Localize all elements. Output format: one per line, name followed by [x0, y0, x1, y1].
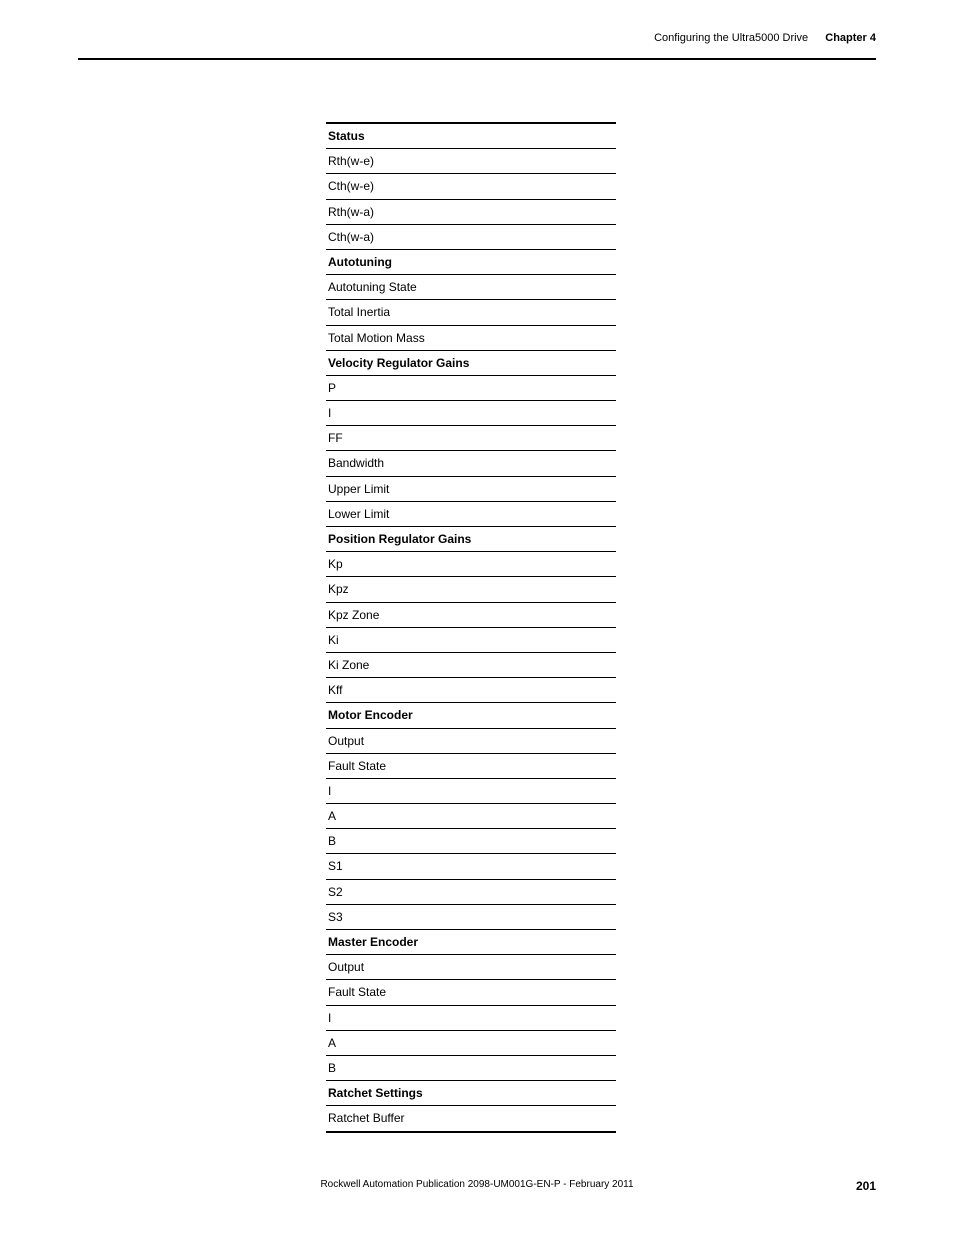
- table-section-header: Position Regulator Gains: [326, 527, 616, 552]
- table-section-header: Master Encoder: [326, 930, 616, 955]
- table-row: Autotuning State: [326, 275, 616, 300]
- section-title: Configuring the Ultra5000 Drive: [654, 32, 808, 44]
- table-cell-label: A: [328, 1036, 336, 1050]
- table-row: S2: [326, 880, 616, 905]
- table-cell-label: Velocity Regulator Gains: [328, 356, 469, 370]
- table-row: FF: [326, 426, 616, 451]
- table-cell-label: Rth(w-a): [328, 205, 374, 219]
- table-row: S3: [326, 905, 616, 930]
- table-cell-label: Fault State: [328, 759, 386, 773]
- table-cell-label: B: [328, 1061, 336, 1075]
- table-row: Output: [326, 955, 616, 980]
- table-row: S1: [326, 854, 616, 879]
- table-cell-label: I: [328, 784, 331, 798]
- table-cell-label: Upper Limit: [328, 482, 389, 496]
- table-cell-label: Cth(w-a): [328, 230, 374, 244]
- table-row: Ki: [326, 628, 616, 653]
- table-cell-label: S2: [328, 885, 343, 899]
- table-cell-label: Ki: [328, 633, 339, 647]
- header-text: Configuring the Ultra5000 Drive Chapter …: [654, 32, 876, 44]
- table-row: I: [326, 401, 616, 426]
- footer-page-number: 201: [856, 1179, 876, 1193]
- table-row: Kpz: [326, 577, 616, 602]
- table-cell-label: Fault State: [328, 985, 386, 999]
- table-cell-label: Total Motion Mass: [328, 331, 425, 345]
- table-section-header: Autotuning: [326, 250, 616, 275]
- header-area: Configuring the Ultra5000 Drive Chapter …: [0, 0, 954, 70]
- table-row: Fault State: [326, 754, 616, 779]
- table-cell-label: Autotuning State: [328, 280, 417, 294]
- footer-publication: Rockwell Automation Publication 2098-UM0…: [0, 1179, 954, 1190]
- table-row: A: [326, 804, 616, 829]
- table-row: Kpz Zone: [326, 603, 616, 628]
- table-cell-label: I: [328, 1011, 331, 1025]
- table-row: Cth(w-e): [326, 174, 616, 199]
- table-cell-label: Ratchet Buffer: [328, 1111, 405, 1125]
- table-row: A: [326, 1031, 616, 1056]
- table-row: Rth(w-a): [326, 200, 616, 225]
- header-rule: [78, 58, 876, 60]
- table-cell-label: Kp: [328, 557, 343, 571]
- table-row: Ki Zone: [326, 653, 616, 678]
- table-cell-label: Status: [328, 129, 365, 143]
- table-section-header: Ratchet Settings: [326, 1081, 616, 1106]
- table-row: Rth(w-e): [326, 149, 616, 174]
- table-cell-label: Rth(w-e): [328, 154, 374, 168]
- status-table: Status Rth(w-e) Cth(w-e) Rth(w-a) Cth(w-a) Au…: [326, 122, 616, 1133]
- table-row: Upper Limit: [326, 477, 616, 502]
- table-cell-label: Ratchet Settings: [328, 1086, 423, 1100]
- footer: Rockwell Automation Publication 2098-UM0…: [0, 1179, 954, 1199]
- table-row: B: [326, 1056, 616, 1081]
- table-row: I: [326, 779, 616, 804]
- table-cell-label: FF: [328, 431, 343, 445]
- table-cell-label: Cth(w-e): [328, 179, 374, 193]
- table-cell-label: S3: [328, 910, 343, 924]
- table-cell-label: I: [328, 406, 331, 420]
- table-cell-label: Ki Zone: [328, 658, 369, 672]
- table-row: Cth(w-a): [326, 225, 616, 250]
- table-row: B: [326, 829, 616, 854]
- table-section-header: Motor Encoder: [326, 703, 616, 728]
- table-cell-label: Total Inertia: [328, 305, 390, 319]
- table-cell-label: S1: [328, 859, 343, 873]
- table-cell-label: Kpz: [328, 582, 349, 596]
- table-row: Kff: [326, 678, 616, 703]
- table-cell-label: P: [328, 381, 336, 395]
- table-row: Bandwidth: [326, 451, 616, 476]
- table-cell-label: Autotuning: [328, 255, 392, 269]
- table-cell-label: Output: [328, 734, 364, 748]
- table-row: Kp: [326, 552, 616, 577]
- table-cell-label: B: [328, 834, 336, 848]
- table-cell-label: Bandwidth: [328, 456, 384, 470]
- table-cell-label: Kpz Zone: [328, 608, 379, 622]
- table-row: Total Motion Mass: [326, 326, 616, 351]
- table-cell-label: Output: [328, 960, 364, 974]
- table-section-header: Velocity Regulator Gains: [326, 351, 616, 376]
- table-row: Output: [326, 729, 616, 754]
- table-row: Total Inertia: [326, 300, 616, 325]
- chapter-label: Chapter 4: [825, 32, 876, 44]
- table-cell-label: Lower Limit: [328, 507, 389, 521]
- table-cell-label: Position Regulator Gains: [328, 532, 471, 546]
- table-section-header: Status: [326, 122, 616, 149]
- table-cell-label: A: [328, 809, 336, 823]
- table-row: I: [326, 1006, 616, 1031]
- page: Configuring the Ultra5000 Drive Chapter …: [0, 0, 954, 1235]
- table-row: Fault State: [326, 980, 616, 1005]
- table-cell-label: Motor Encoder: [328, 708, 413, 722]
- table-row: Ratchet Buffer: [326, 1106, 616, 1132]
- table-cell-label: Kff: [328, 683, 342, 697]
- table-row: P: [326, 376, 616, 401]
- table-row: Lower Limit: [326, 502, 616, 527]
- table-cell-label: Master Encoder: [328, 935, 418, 949]
